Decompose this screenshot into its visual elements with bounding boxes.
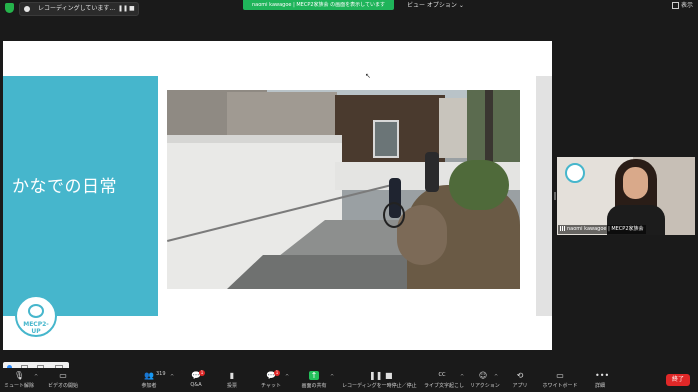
poll-icon: ▮: [229, 371, 235, 380]
resize-handle[interactable]: [554, 192, 556, 200]
apps-button[interactable]: ⟲ アプリ: [510, 368, 530, 392]
share-screen-icon: ↑: [309, 371, 319, 380]
chat-button[interactable]: 💬 チャット: [258, 368, 284, 392]
live-transcript-button[interactable]: CC ライブ文字起こし: [424, 368, 464, 392]
participant-name-tag: naomi kawagoe | MECP2家族会: [558, 225, 646, 234]
end-meeting-button[interactable]: 終了: [666, 374, 690, 386]
slide-photo: [167, 90, 520, 289]
chevron-up-icon[interactable]: ^: [494, 374, 498, 380]
mouse-cursor-icon: ↖: [365, 72, 371, 80]
signal-bars-icon: [560, 226, 565, 231]
display-label: 表示: [681, 2, 694, 9]
logo-face-icon: [28, 304, 44, 318]
pause-icon[interactable]: ❚❚: [118, 3, 128, 15]
logo-text: MECP2-UP: [23, 321, 49, 335]
participant-face: [623, 167, 648, 199]
cc-icon: CC: [438, 372, 446, 378]
whiteboard-button[interactable]: ▭ ホワイトボード: [542, 368, 578, 392]
participant-logo-icon: [565, 163, 585, 183]
recording-indicator: レコーディングしています... ❚❚ ■: [19, 2, 139, 16]
view-options-button[interactable]: ビュー オプション ⌄: [407, 1, 464, 10]
screen-share-banner: naomi kawagoe | MECP2家族会 の画面を表示しています: [243, 0, 394, 10]
chevron-up-icon[interactable]: ^: [330, 374, 334, 380]
window-icon: [672, 2, 679, 9]
reaction-icon: ☺: [478, 371, 488, 380]
participant-video[interactable]: naomi kawagoe | MECP2家族会: [557, 157, 695, 235]
recording-control-button[interactable]: ❚❚ ■ レコーディングを一時停止／停止: [342, 368, 417, 392]
chevron-up-icon[interactable]: ^: [170, 374, 174, 380]
mecp2-logo: MECP2-UP: [15, 295, 57, 337]
more-button[interactable]: ••• 詳細: [590, 368, 610, 392]
apps-icon: ⟲: [516, 371, 524, 380]
qa-badge: 1: [199, 370, 205, 376]
reaction-button[interactable]: ☺ リアクション: [470, 368, 500, 392]
more-icon: •••: [595, 371, 610, 380]
security-shield-icon[interactable]: [5, 3, 14, 13]
mute-button[interactable]: 🎙 ミュート解除: [4, 368, 34, 392]
recording-text: レコーディングしています...: [38, 5, 116, 12]
top-bar: レコーディングしています... ❚❚ ■ naomi kawagoe | MEC…: [0, 0, 698, 16]
whiteboard-icon: ▭: [556, 371, 564, 380]
microphone-muted-icon: 🎙: [14, 371, 25, 380]
meeting-toolbar: 🎙 ミュート解除 ^ ▭ ビデオの開始 👥 参加者 319 ^ 💬 Q&A 1 …: [0, 368, 698, 392]
start-video-button[interactable]: ▭ ビデオの開始: [46, 368, 80, 392]
chevron-up-icon[interactable]: ^: [460, 374, 464, 380]
recording-dot-icon: [24, 6, 30, 12]
participant-count: 319: [156, 371, 166, 377]
share-screen-button[interactable]: ↑ 画面の共有: [298, 368, 330, 392]
stop-icon[interactable]: ■: [129, 3, 135, 15]
participants-icon: 👥: [144, 371, 154, 380]
chevron-up-icon[interactable]: ^: [285, 374, 289, 380]
poll-button[interactable]: ▮ 投票: [222, 368, 242, 392]
recording-icon: ❚❚ ■: [369, 371, 393, 380]
slide-right-strip: [536, 76, 552, 316]
video-off-icon: ▭: [59, 371, 67, 380]
slide-title: かなでの日常: [12, 177, 117, 197]
display-button[interactable]: 表示: [672, 1, 693, 10]
chat-badge: 1: [274, 370, 280, 376]
participant-name: naomi kawagoe | MECP2家族会: [567, 226, 644, 232]
shared-slide: かなでの日常 MECP2-UP ↖: [3, 41, 552, 350]
chevron-up-icon[interactable]: ^: [34, 374, 38, 380]
